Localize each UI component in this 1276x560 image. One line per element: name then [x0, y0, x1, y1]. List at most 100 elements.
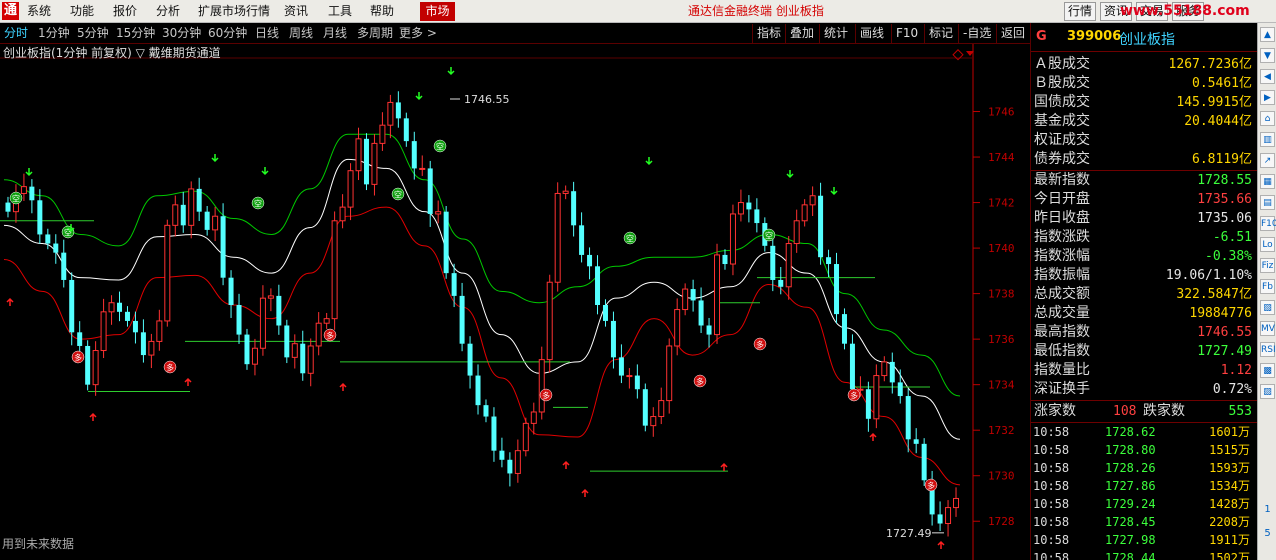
decline-count: 553: [1228, 404, 1252, 419]
candle-up: [562, 190, 569, 194]
cr-icon[interactable]: ▧: [1260, 300, 1275, 315]
down-arrow-icon: [447, 67, 455, 76]
candle-down: [602, 305, 608, 321]
tick-time: 10:58: [1033, 497, 1070, 511]
tool-overlay[interactable]: 叠加: [785, 24, 818, 43]
candle-up: [371, 142, 378, 185]
period-intraday[interactable]: 分时: [4, 25, 28, 41]
candle-down: [427, 168, 433, 214]
candle-up: [554, 192, 561, 283]
tdx-terminal-window: 通 系统 功能 报价 分析 扩展市场行情 资讯 工具 帮助 市场 通达信金融终端…: [0, 0, 1276, 560]
candle-up: [164, 224, 171, 322]
menu-analysis[interactable]: 分析: [156, 3, 180, 19]
menu-help[interactable]: 帮助: [370, 3, 394, 19]
tool-watchlist[interactable]: -自选: [958, 24, 995, 43]
candle-down: [698, 300, 704, 326]
period-15min[interactable]: 15分钟: [116, 25, 155, 41]
candle-down: [459, 295, 465, 344]
candle-up: [658, 400, 665, 418]
period-multi[interactable]: 多周期: [357, 25, 393, 41]
quote-header: G 399006 创业板指: [1031, 26, 1258, 48]
left-icon[interactable]: ◀: [1260, 69, 1275, 84]
candle-down: [140, 332, 146, 356]
tool-draw[interactable]: 画线: [855, 24, 888, 43]
tick-volume: 1534万: [1209, 479, 1250, 493]
y-tick-label: 1738: [988, 288, 1015, 301]
menu-function[interactable]: 功能: [70, 3, 94, 19]
fiz-icon[interactable]: Fiz: [1260, 258, 1275, 273]
candle-up: [315, 322, 322, 347]
candle-down: [37, 200, 43, 235]
grid-icon[interactable]: ▤: [1260, 195, 1275, 210]
tick-row: 10:58 1727.98 1911万: [1031, 531, 1258, 549]
row-value: 0.5461亿: [1192, 76, 1252, 91]
sell-signal-label: 空: [12, 194, 20, 204]
menu-market-active[interactable]: 市场: [420, 2, 455, 21]
kline-chart-svg[interactable]: 1728 1730 1732 1734 1736 1738 1740 1742 1744 1746…: [0, 44, 1030, 560]
tick-price: 1727.98: [1105, 533, 1156, 547]
candle-up: [20, 186, 27, 194]
candle-up: [435, 211, 442, 215]
period-30min[interactable]: 30分钟: [162, 25, 201, 41]
arrow-up-icon[interactable]: ▲: [1260, 27, 1275, 42]
mv-icon[interactable]: MV: [1260, 321, 1275, 336]
period-monthly[interactable]: 月线: [323, 25, 347, 41]
period-60min[interactable]: 60分钟: [208, 25, 247, 41]
candle-up: [259, 297, 266, 349]
candle-up: [530, 411, 537, 424]
index-stat-row: 指数涨幅 -0.38%: [1031, 247, 1258, 266]
tool-stats[interactable]: 统计: [819, 24, 852, 43]
down-arrow-icon: [261, 167, 269, 176]
period-5min[interactable]: 5分钟: [77, 25, 109, 41]
period-1min[interactable]: 1分钟: [38, 25, 70, 41]
fb-icon[interactable]: Fb: [1260, 279, 1275, 294]
candle-icon[interactable]: ▥: [1260, 132, 1275, 147]
menu-tools[interactable]: 工具: [328, 3, 352, 19]
page-number[interactable]: 5: [1260, 527, 1275, 541]
bar-icon[interactable]: ▦: [1260, 174, 1275, 189]
menu-news[interactable]: 资讯: [284, 3, 308, 19]
tool-indicator[interactable]: 指标: [752, 24, 785, 43]
row-label: 指数振幅: [1034, 267, 1090, 283]
period-toolbar: 分时 1分钟 5分钟 15分钟 30分钟 60分钟 日线 周线 月线 多周期 更…: [0, 23, 1030, 44]
right-icon[interactable]: ▶: [1260, 90, 1275, 105]
up-arrow-icon: [89, 412, 97, 421]
index-stat-row: 指数量比 1.12: [1031, 361, 1258, 380]
y-tick-label: 1734: [988, 379, 1015, 392]
macd-icon[interactable]: ▨: [1260, 384, 1275, 399]
buy-signal-label: 多: [850, 391, 858, 401]
rsi-icon[interactable]: RSI: [1260, 342, 1276, 357]
row-value: 145.9915亿: [1176, 95, 1252, 110]
menu-system[interactable]: 系统: [27, 3, 51, 19]
period-daily[interactable]: 日线: [255, 25, 279, 41]
period-more[interactable]: 更多 >: [399, 25, 437, 41]
tool-back[interactable]: 返回: [996, 24, 1029, 43]
lo-icon[interactable]: Lo: [1260, 237, 1275, 252]
advance-count: 108: [1113, 404, 1137, 419]
arrow-down-icon[interactable]: ▼: [1260, 48, 1275, 63]
candle-up: [514, 450, 521, 474]
group-icon[interactable]: G: [1036, 29, 1047, 44]
index-stat-row: 深证换手 0.72%: [1031, 380, 1258, 399]
index-stat-row: 指数振幅 19.06/1.10%: [1031, 266, 1258, 285]
row-label: 最低指数: [1034, 343, 1090, 359]
row-value: 1735.66: [1197, 192, 1252, 207]
kline-chart[interactable]: 1728 1730 1732 1734 1736 1738 1740 1742 1744 1746…: [0, 44, 1030, 560]
sell-signal-label: 空: [765, 231, 773, 241]
f10-icon[interactable]: F10: [1260, 216, 1276, 231]
row-label: Ｂ股成交: [1034, 75, 1090, 91]
chart-icon[interactable]: ⌂: [1260, 111, 1275, 126]
candle-down: [507, 459, 513, 474]
candle-up: [387, 101, 394, 126]
line-icon[interactable]: ↗: [1260, 153, 1275, 168]
tool-f10[interactable]: F10: [891, 24, 922, 43]
tick-row: 10:58 1727.86 1534万: [1031, 477, 1258, 495]
period-weekly[interactable]: 周线: [289, 25, 313, 41]
candle-down: [395, 102, 401, 119]
menu-extended-market[interactable]: 扩展市场行情: [198, 3, 270, 19]
tool-mark[interactable]: 标记: [924, 24, 957, 43]
page-number[interactable]: 1: [1260, 503, 1275, 517]
btn-quotes[interactable]: 行情: [1064, 2, 1096, 21]
menu-quote[interactable]: 报价: [113, 3, 137, 19]
vol-icon[interactable]: ▩: [1260, 363, 1275, 378]
